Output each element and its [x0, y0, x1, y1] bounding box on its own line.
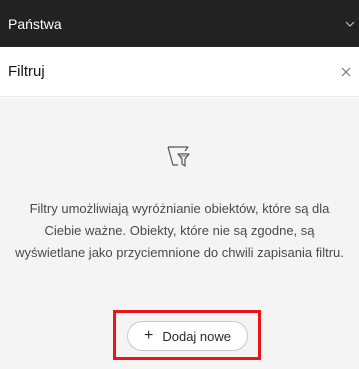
panel-header: Filtruj	[0, 47, 359, 97]
add-button-label: Dodaj nowe	[162, 328, 231, 344]
filter-panel: Państwa Filtruj Filtry umożliwiają wyróż…	[0, 0, 359, 369]
filter-icon	[167, 146, 190, 167]
empty-state-description: Filtry umożliwiają wyróżnianie obiektów,…	[15, 201, 344, 260]
chevron-down-icon[interactable]	[344, 18, 356, 30]
layer-title: Państwa	[8, 15, 62, 32]
close-icon[interactable]	[339, 65, 353, 79]
empty-state: Filtry umożliwiają wyróżnianie obiektów,…	[0, 98, 359, 369]
layer-header[interactable]: Państwa	[0, 0, 359, 47]
plus-icon: +	[144, 327, 154, 344]
add-new-filter-button[interactable]: + Dodaj nowe	[127, 321, 248, 351]
panel-title: Filtruj	[8, 63, 45, 80]
